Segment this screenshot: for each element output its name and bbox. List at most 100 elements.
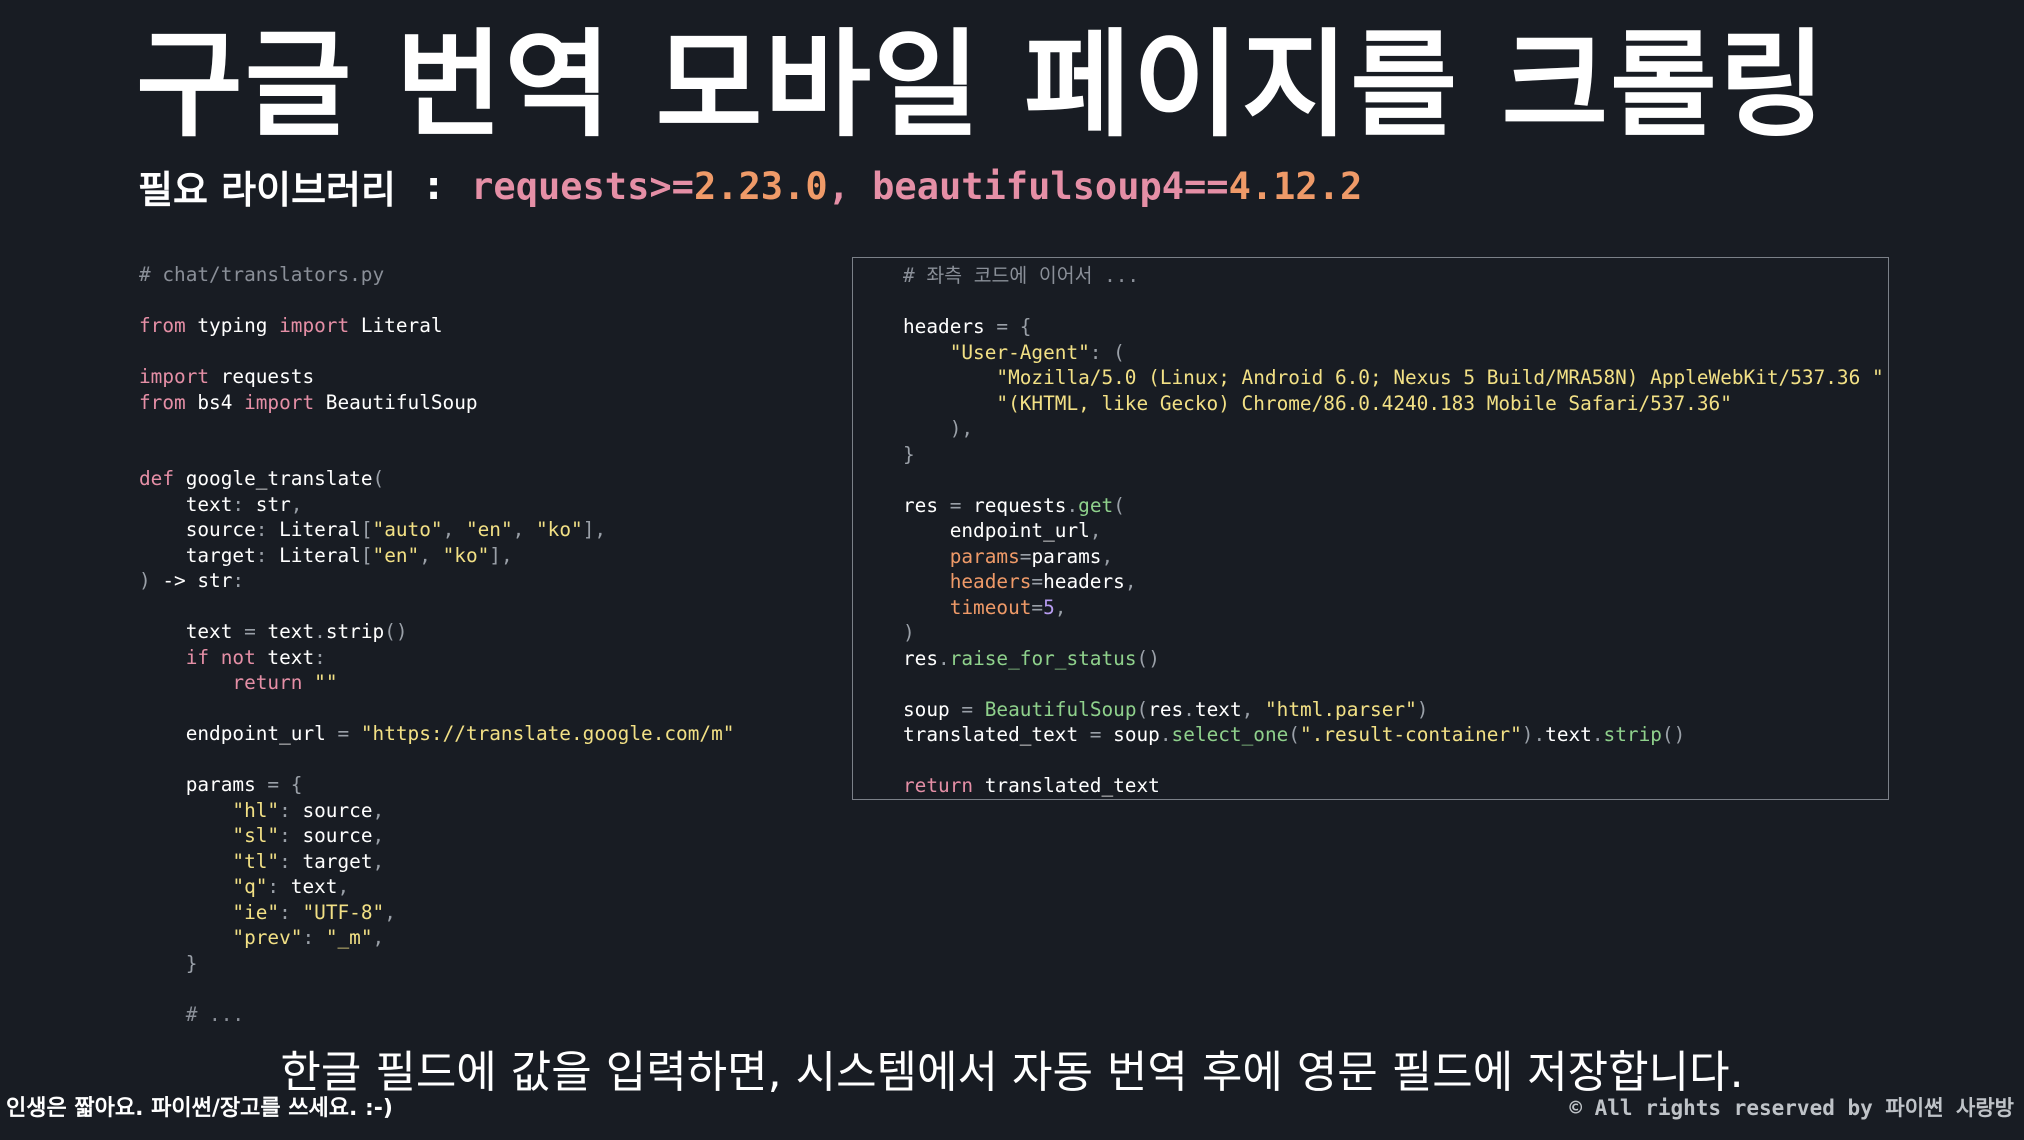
code-token: . [1183,697,1195,721]
code-line: ) -> str: [139,568,734,594]
code-token: text [1194,697,1242,721]
code-token: headers [903,570,1032,593]
code-line: source: Literal["auto", "en", "ko"], [139,517,734,543]
code-token: # chat/translators.py [139,263,385,286]
code-line: res.raise_for_status() [903,646,1884,672]
lib-version: 4.12.2 [1228,164,1363,208]
code-token: . [1591,723,1604,746]
code-token: raise_for_status [949,646,1137,670]
code-line: headers = { [903,314,1884,340]
code-token: source [290,798,373,822]
code-token: ( [1288,723,1300,746]
code-line: "sl": source, [139,823,734,849]
code-token: : [314,645,326,669]
code-token: Literal [267,518,361,541]
code-line: "(KHTML, like Gecko) Chrome/86.0.4240.18… [903,391,1884,417]
code-token: params [903,544,1020,568]
code-token: , [372,824,385,847]
code-line: # 좌측 코드에 이어서 ... [903,263,1884,289]
code-token: -> str [150,569,233,592]
code-token: headers [1043,570,1125,593]
code-token: [ [360,543,373,567]
code-token: : [302,926,315,949]
code-line: from typing import Literal [139,313,734,339]
code-token: : [232,569,245,592]
code-token: target [290,849,373,873]
code-line: } [139,951,734,977]
code-line: params = { [139,772,734,798]
code-token: "auto" [372,518,443,541]
code-token: text [255,620,315,643]
code-token: import [244,390,315,414]
code-token: def [139,467,175,490]
code-token: = [1031,595,1044,619]
code-panel-right: # 좌측 코드에 이어서 ... headers = { "User-Agent… [852,257,1889,800]
code-line: endpoint_url, [903,518,1884,544]
code-token: "ie" [139,900,280,924]
code-token: BeautifulSoup [984,697,1137,721]
code-token: : [255,518,268,541]
code-token: "prev" [139,926,303,949]
code-token: = [337,722,350,745]
code-token: "(KHTML, like Gecko) Chrome/86.0.4240.18… [903,391,1732,415]
code-token: typing [185,314,280,337]
code-token: bs4 [185,390,245,414]
code-token: select_one [1171,723,1289,746]
code-token: , [372,849,385,873]
slide-title: 구글 번역 모바일 페이지를 크롤링 [136,18,1828,153]
code-token: res [903,493,950,517]
code-token: () [1136,646,1160,670]
code-token: ".result-container" [1299,723,1522,746]
code-token: text [255,645,315,669]
code-token: source [139,518,256,541]
code-token: target [139,543,256,567]
code-line: endpoint_url = "https://translate.google… [139,721,735,747]
code-token: , [512,518,536,541]
lib-name: beautifulsoup4 [872,164,1185,208]
code-token: soup [903,697,962,721]
code-token: return [903,774,974,797]
lib-op: == [1184,164,1229,208]
code-token: , [337,875,350,898]
code-token: headers [903,315,997,338]
code-line: "hl": source, [139,798,734,824]
code-token: 5 [1043,595,1055,619]
footer-copyright: © All rights reserved by 파이썬 사랑방 [1569,1096,2014,1120]
code-token: res [903,646,939,670]
code-token: , [1101,544,1114,568]
code-token: text [1545,723,1592,746]
code-token: soup [1101,723,1160,746]
code-token: , [384,900,396,924]
code-line: return "" [139,670,734,696]
code-token: # 좌측 코드에 이어서 ... [903,264,1140,287]
code-token: "html.parser" [1264,697,1417,721]
code-token: = { [996,315,1032,338]
code-token: = [949,493,962,517]
code-token: , [419,543,443,567]
code-line: "tl": target, [139,849,734,875]
code-token: ), [903,417,974,440]
code-token: ) [139,569,151,592]
code-token: : ( [1089,340,1125,364]
code-token: } [139,951,198,975]
code-line: return translated_text [903,773,1884,799]
code-token: "_m" [325,926,373,949]
code-token: . [938,646,950,670]
code-token: translated_text [973,774,1160,797]
code-token: , [442,518,466,541]
code-token: = { [267,773,303,796]
code-token: . [314,620,326,643]
code-token: = [1019,544,1032,568]
code-token: "tl" [139,849,280,873]
code-line: res = requests.get( [903,493,1884,519]
code-line: def google_translate( [139,466,734,492]
code-token: "Mozilla/5.0 (Linux; Android 6.0; Nexus … [903,366,1884,389]
